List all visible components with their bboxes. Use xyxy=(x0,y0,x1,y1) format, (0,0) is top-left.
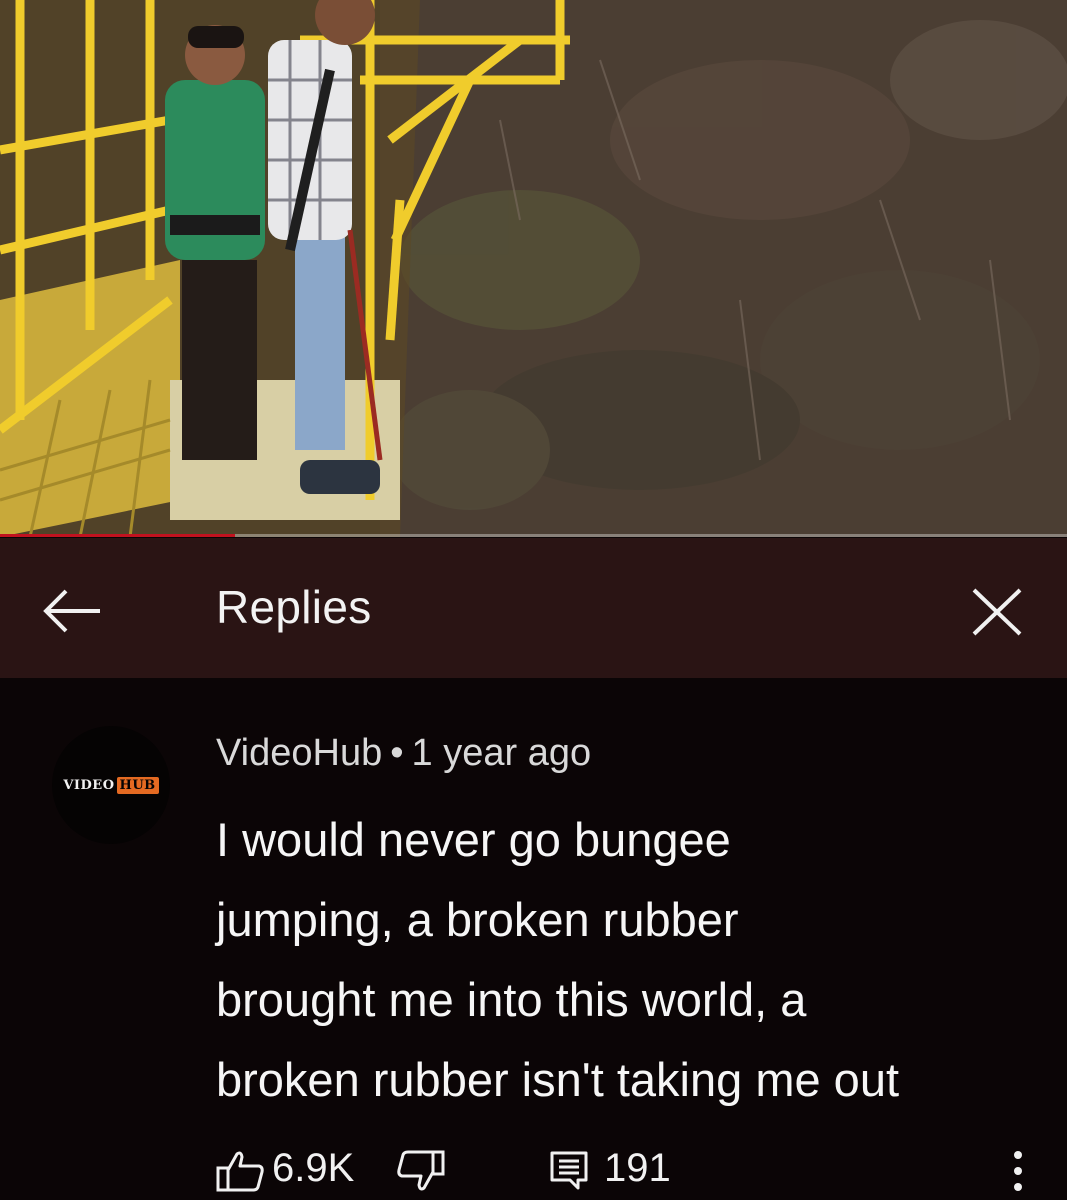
comment-line: broken rubber isn't taking me out xyxy=(216,1053,900,1106)
video-player[interactable] xyxy=(0,0,1067,537)
more-vertical-icon[interactable] xyxy=(1006,1148,1030,1194)
comment-line: jumping, a broken rubber xyxy=(216,893,739,946)
video-progress-bar[interactable] xyxy=(0,534,1067,537)
reply-count: 191 xyxy=(604,1146,671,1190)
comment-line: brought me into this world, a xyxy=(216,973,807,1026)
arrow-left-icon[interactable] xyxy=(40,586,104,636)
video-progress-fill xyxy=(0,534,235,537)
comment-line: I would never go bungee xyxy=(216,813,731,866)
comment-meta: VideoHub • 1 year ago xyxy=(216,732,591,775)
comment-text: I would never go bungee jumping, a broke… xyxy=(216,800,1036,1120)
like-count: 6.9K xyxy=(272,1146,355,1190)
meta-separator: • xyxy=(390,732,404,774)
thumb-up-icon[interactable] xyxy=(215,1150,265,1192)
replies-header xyxy=(0,538,1067,678)
video-frame xyxy=(0,0,1067,537)
avatar-logo: VIDEO HUB xyxy=(63,776,159,794)
avatar[interactable]: VIDEO HUB xyxy=(52,726,170,844)
comment-author[interactable]: VideoHub xyxy=(216,732,382,774)
thumb-down-icon[interactable] xyxy=(396,1150,446,1192)
close-icon[interactable] xyxy=(966,586,1028,638)
reply-icon[interactable] xyxy=(548,1150,590,1190)
replies-title: Replies xyxy=(216,581,372,633)
comment-time: 1 year ago xyxy=(411,732,592,774)
